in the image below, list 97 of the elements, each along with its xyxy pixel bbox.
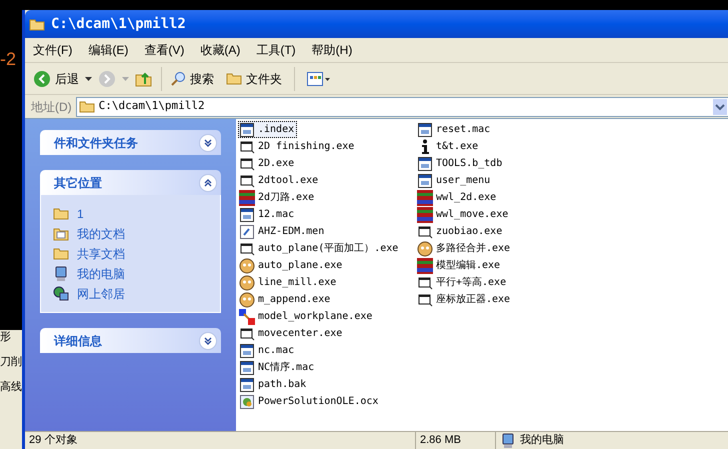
file-item[interactable]: model_workplane.exe <box>238 308 376 325</box>
window-file-icon <box>417 122 433 138</box>
status-size: 2.86 MB <box>415 432 495 449</box>
file-item[interactable]: m_append.exe <box>238 291 334 308</box>
window-file-icon <box>239 342 255 358</box>
menu-item[interactable]: 帮助(H) <box>312 41 352 59</box>
file-item[interactable]: 2dtool.exe <box>238 172 322 189</box>
program-icon <box>239 138 255 154</box>
computer-icon <box>500 432 516 448</box>
folder-icon <box>29 18 45 30</box>
dropdown-arrow-icon[interactable] <box>85 76 92 80</box>
menu-item[interactable]: 查看(V) <box>144 41 184 59</box>
file-item[interactable]: .index <box>238 121 298 138</box>
colorful-app-icon <box>417 206 433 222</box>
colorful-app-icon <box>417 190 433 206</box>
program-icon <box>417 292 433 308</box>
folder-icon <box>53 247 69 260</box>
file-item[interactable]: zuobiao.exe <box>416 223 506 240</box>
status-object-count: 29 个对象 <box>28 433 78 448</box>
file-item[interactable]: TOOLS.b_tdb <box>416 155 506 172</box>
window-file-icon <box>239 206 255 222</box>
expand-icon[interactable] <box>199 332 217 350</box>
program-icon <box>239 156 255 172</box>
file-item[interactable]: AHZ-EDM.men <box>238 223 328 240</box>
window-file-icon <box>239 360 255 376</box>
dimension-label: -2 <box>0 50 16 68</box>
file-item[interactable]: wwl_2d.exe <box>416 189 500 206</box>
file-item[interactable]: nc.mac <box>238 342 298 359</box>
panel-label: 刀削 <box>0 357 22 368</box>
file-item[interactable]: 多路径合并.exe <box>416 240 514 257</box>
window-file-icon <box>239 376 255 392</box>
file-item[interactable]: reset.mac <box>416 121 494 138</box>
folder-icon <box>53 207 69 220</box>
place-link[interactable]: 共享文档 <box>53 245 208 262</box>
program-icon <box>417 224 433 240</box>
file-item[interactable]: 2d刀路.exe <box>238 189 318 206</box>
program-icon <box>239 172 255 188</box>
program-icon <box>239 326 255 342</box>
program-icon <box>417 274 433 290</box>
documents-icon <box>53 226 69 240</box>
program-icon <box>239 240 255 256</box>
search-icon <box>170 70 186 86</box>
place-link[interactable]: 1 <box>53 205 208 222</box>
component-file-icon <box>239 394 255 410</box>
menu-item[interactable]: 收藏(A) <box>200 41 240 59</box>
window-file-icon <box>239 122 255 138</box>
colorful-app-icon <box>417 258 433 274</box>
cartoon-icon <box>417 240 433 256</box>
menu-item[interactable]: 工具(T) <box>256 41 296 59</box>
window-title: C:\dcam\1\pmill2 <box>51 14 186 34</box>
expand-icon[interactable] <box>199 134 217 152</box>
file-item[interactable]: user_menu <box>416 172 494 189</box>
cartoon-icon <box>239 258 255 274</box>
computer-icon <box>53 266 69 282</box>
panel-label: 高线 <box>0 382 22 393</box>
file-item[interactable]: 模型编辑.exe <box>416 257 504 274</box>
place-link[interactable]: 我的电脑 <box>53 265 208 282</box>
network-icon <box>53 286 69 302</box>
panel-label: 形 <box>0 332 12 343</box>
file-item[interactable]: 12.mac <box>238 206 298 223</box>
search-button[interactable]: 搜索 <box>170 70 214 88</box>
file-item[interactable]: 2D finishing.exe <box>238 138 358 155</box>
folder-icon <box>226 72 242 85</box>
address-label: 地址(D) <box>31 98 72 116</box>
file-item[interactable]: wwl_move.exe <box>416 206 512 223</box>
document-icon <box>239 224 255 240</box>
file-item[interactable]: auto_plane(平面加工）.exe <box>238 240 402 257</box>
file-item[interactable]: t&t.exe <box>416 138 482 155</box>
panel-header[interactable]: 件和文件夹任务 <box>40 130 221 155</box>
panel-header[interactable]: 详细信息 <box>40 328 221 353</box>
folders-button[interactable]: 文件夹 <box>226 70 282 88</box>
window-file-icon <box>417 156 433 172</box>
place-link[interactable]: 我的文档 <box>53 225 208 242</box>
file-item[interactable]: PowerSolutionOLE.ocx <box>238 393 382 410</box>
file-item[interactable]: path.bak <box>238 376 310 393</box>
address-field[interactable]: C:\dcam\1\pmill2 <box>76 96 728 116</box>
status-location: 我的电脑 <box>495 432 568 449</box>
view-grid-icon[interactable] <box>307 70 331 86</box>
back-button[interactable]: 后退 <box>33 70 79 88</box>
menu-item[interactable]: 文件(F) <box>33 41 72 59</box>
collapse-icon[interactable] <box>199 174 217 192</box>
menu-item[interactable]: 编辑(E) <box>88 41 128 59</box>
place-link[interactable]: 网上邻居 <box>53 285 208 302</box>
cartoon-icon <box>239 292 255 308</box>
file-item[interactable]: movecenter.exe <box>238 325 346 342</box>
file-item[interactable]: 2D.exe <box>238 155 298 172</box>
file-item[interactable]: 平行+等高.exe <box>416 274 510 291</box>
file-item[interactable]: NC情序.mac <box>238 359 318 376</box>
window-file-icon <box>417 172 433 188</box>
panel-header[interactable]: 其它位置 <box>40 170 221 195</box>
folder-icon <box>78 100 95 113</box>
file-item[interactable]: auto_plane.exe <box>238 257 346 274</box>
file-item[interactable]: 座标放正器.exe <box>416 291 514 308</box>
cartoon-icon <box>239 274 255 290</box>
colorful-app-icon <box>239 190 255 206</box>
workplane-icon <box>239 308 255 324</box>
file-item[interactable]: line_mill.exe <box>238 274 340 291</box>
